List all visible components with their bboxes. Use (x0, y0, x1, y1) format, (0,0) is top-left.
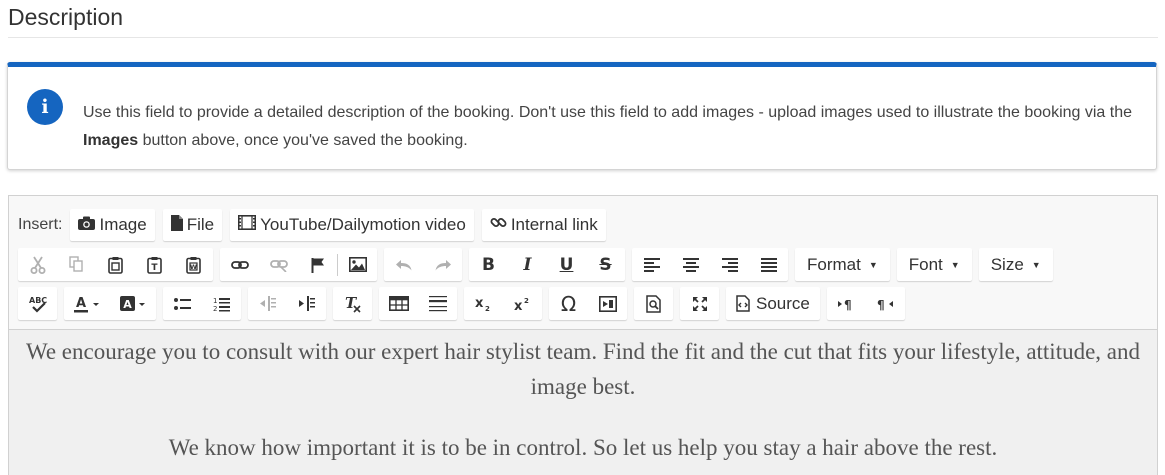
link-icon[interactable] (220, 248, 259, 281)
svg-text:¶: ¶ (844, 298, 852, 311)
svg-text:2: 2 (524, 297, 529, 305)
table-icon[interactable] (379, 287, 418, 320)
svg-text:T: T (151, 263, 158, 273)
bulleted-list-icon[interactable] (163, 287, 202, 320)
editor-toolbar: Insert: Image File YouTube/Dailymotion v… (9, 196, 1157, 330)
unlink-icon[interactable] (259, 248, 298, 281)
anchor-flag-icon[interactable] (298, 248, 337, 281)
indent-group (248, 287, 326, 320)
maximize-group (680, 287, 719, 320)
format-dropdown[interactable]: Format ▼ (795, 248, 890, 281)
indent-icon[interactable] (287, 287, 326, 320)
caret-down-icon: ▼ (868, 259, 878, 270)
svg-text:¶: ¶ (877, 298, 885, 311)
align-right-icon[interactable] (710, 248, 749, 281)
table-group (379, 287, 457, 320)
text-style-group: B I U S (469, 248, 625, 281)
align-center-icon[interactable] (671, 248, 710, 281)
svg-text:2: 2 (485, 305, 490, 312)
bidi-group: ¶ ¶ (826, 287, 905, 320)
font-dropdown[interactable]: Font ▼ (896, 248, 972, 281)
insert-internal-link-button[interactable]: Internal link (481, 208, 606, 241)
text-color-icon[interactable]: A (64, 287, 110, 320)
paste-word-icon[interactable]: W (174, 248, 213, 281)
redo-icon[interactable] (423, 248, 462, 281)
cut-icon[interactable] (18, 248, 57, 281)
source-group: Source (726, 287, 820, 320)
underline-icon[interactable]: U (547, 248, 586, 281)
special-group: Ω (549, 287, 627, 320)
svg-text:x: x (475, 296, 484, 311)
align-justify-icon[interactable] (749, 248, 788, 281)
info-icon: i (27, 89, 63, 125)
clipboard-group: T W (18, 248, 213, 281)
undo-icon[interactable] (384, 248, 423, 281)
info-callout: i Use this field to provide a detailed d… (7, 62, 1157, 170)
info-text: Use this field to provide a detailed des… (83, 104, 1133, 149)
link-icon (490, 214, 507, 235)
camera-icon (78, 216, 96, 234)
formatting-row-1: T W B I U S Format ▼ Font ▼ Size ▼ (18, 248, 1060, 281)
svg-text:A: A (76, 296, 86, 311)
numbered-list-icon[interactable]: 12 (202, 287, 241, 320)
paste-icon[interactable] (96, 248, 135, 281)
content-paragraph: We know how important it is to be in con… (168, 435, 998, 460)
svg-text:1: 1 (213, 297, 217, 305)
preview-icon[interactable] (634, 287, 673, 320)
source-code-icon (736, 295, 750, 312)
spellcheck-group: ABC (18, 287, 57, 320)
clear-format-group: T (333, 287, 372, 320)
svg-text:x: x (514, 299, 523, 312)
caret-down-icon: ▼ (1031, 259, 1041, 270)
file-icon (170, 214, 183, 235)
formatting-row-2: ABC A A 12 T x 2 x 2 Ω Source ¶ ¶ (18, 287, 912, 320)
script-group: x2 x2 (464, 287, 542, 320)
link-group (220, 248, 377, 281)
insert-row: Insert: Image File YouTube/Dailymotion v… (18, 208, 614, 241)
horizontal-line-icon[interactable] (418, 287, 457, 320)
source-button[interactable]: Source (726, 287, 820, 320)
copy-icon[interactable] (57, 248, 96, 281)
content-paragraph: We encourage you to consult with our exp… (25, 339, 1141, 399)
strikethrough-icon[interactable]: S (586, 248, 625, 281)
svg-text:A: A (123, 298, 132, 311)
preview-group (634, 287, 673, 320)
background-color-icon[interactable]: A (110, 287, 156, 320)
text-direction-rtl-icon[interactable]: ¶ (866, 287, 905, 320)
caret-down-icon: ▼ (950, 259, 960, 270)
spellcheck-icon[interactable]: ABC (18, 287, 57, 320)
paste-text-icon[interactable]: T (135, 248, 174, 281)
size-dropdown[interactable]: Size ▼ (978, 248, 1053, 281)
image-icon[interactable] (338, 248, 377, 281)
film-icon (238, 215, 257, 234)
editor-content-area[interactable]: We encourage you to consult with our exp… (9, 330, 1157, 475)
svg-text:W: W (190, 263, 197, 271)
svg-text:2: 2 (213, 305, 217, 312)
italic-icon[interactable]: I (508, 248, 547, 281)
section-heading: Description (8, 4, 124, 30)
omega-special-char-icon[interactable]: Ω (549, 287, 588, 320)
align-left-icon[interactable] (632, 248, 671, 281)
history-group (384, 248, 462, 281)
text-direction-ltr-icon[interactable]: ¶ (827, 287, 866, 320)
outdent-icon[interactable] (248, 287, 287, 320)
list-group: 12 (163, 287, 241, 320)
subscript-icon[interactable]: x2 (464, 287, 503, 320)
insert-label: Insert: (18, 215, 63, 233)
align-group (632, 248, 788, 281)
rich-text-editor: Insert: Image File YouTube/Dailymotion v… (8, 195, 1158, 475)
superscript-icon[interactable]: x2 (503, 287, 542, 320)
insert-image-button[interactable]: Image (70, 208, 155, 241)
maximize-icon[interactable] (680, 287, 719, 320)
bold-icon[interactable]: B (469, 248, 508, 281)
heading-divider (8, 37, 1158, 38)
insert-video-button[interactable]: YouTube/Dailymotion video (230, 208, 474, 241)
embed-icon[interactable] (588, 287, 627, 320)
color-group: A A (64, 287, 156, 320)
remove-format-icon[interactable]: T (333, 287, 372, 320)
insert-file-button[interactable]: File (162, 208, 223, 241)
